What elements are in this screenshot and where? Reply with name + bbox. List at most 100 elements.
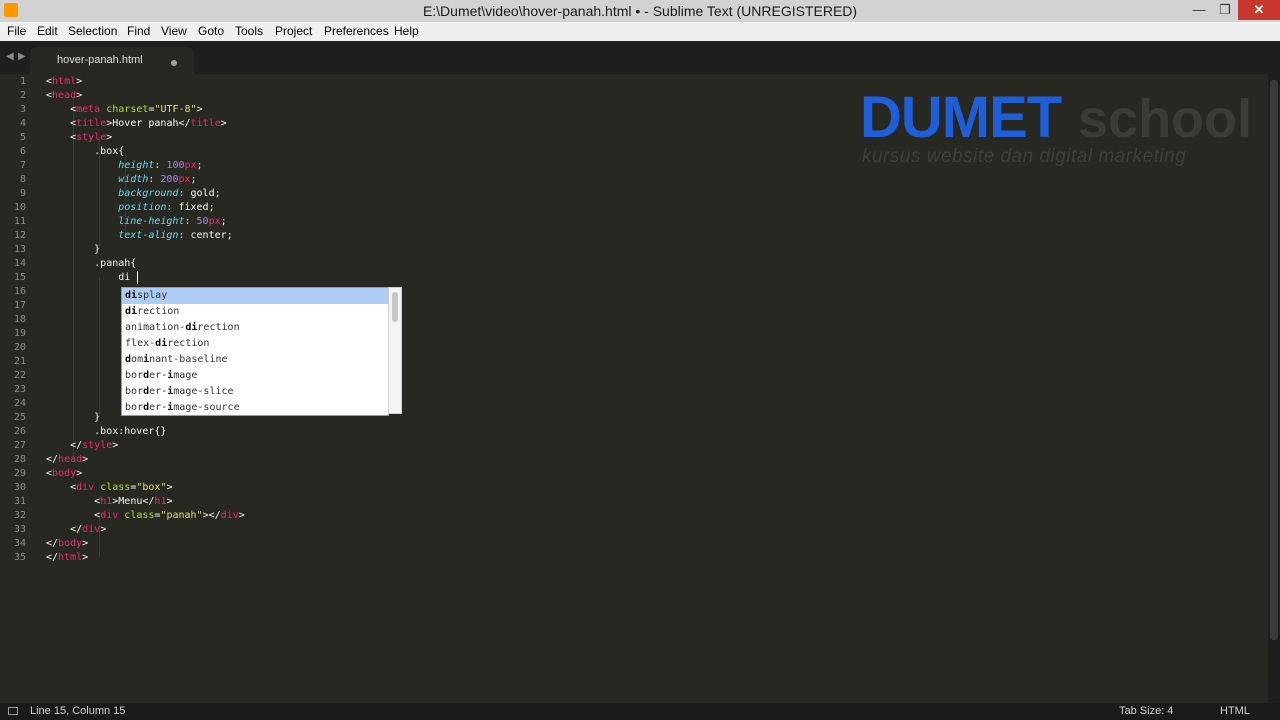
tab-nav-left-icon[interactable]: ◀ [6,51,14,62]
code-line[interactable]: line-height: 50px; [46,215,226,229]
dumet-watermark: DUMET school kursus website dan digital … [860,84,1260,174]
line-number: 27 [13,440,26,451]
code-line[interactable]: <div class="box"> [46,481,172,495]
line-number: 8 [19,174,26,185]
line-number: 13 [13,244,26,255]
title-bar: E:\Dumet\video\hover-panah.html • - Subl… [0,0,1280,23]
code-line[interactable]: </html> [46,551,88,565]
editor-scrollbar[interactable] [1268,74,1280,703]
autocomplete-item[interactable]: display [122,288,388,304]
code-line[interactable]: .panah{ [46,257,136,271]
line-number: 3 [19,104,26,115]
close-button[interactable]: ✕ [1238,0,1280,20]
line-number: 18 [13,314,26,325]
autocomplete-item[interactable]: border-image [122,368,388,384]
line-number: 9 [19,188,26,199]
tab-size-selector[interactable]: Tab Size: 4 [1119,705,1173,717]
autocomplete-popup[interactable]: display direction animation-direction flex-… [121,287,389,416]
menu-preferences[interactable]: Preferences [324,24,389,38]
tab-hover-panah[interactable]: hover-panah.html [30,47,194,74]
menu-selection[interactable]: Selection [68,24,117,38]
code-line[interactable]: <meta charset="UTF-8"> [46,103,203,117]
code-line[interactable]: height: 100px; [46,159,202,173]
menu-goto[interactable]: Goto [198,24,224,38]
menu-bar: File Edit Selection Find View Goto Tools… [0,22,1280,41]
autocomplete-item[interactable]: border-image-source [122,400,388,415]
line-number: 34 [13,538,26,549]
line-number: 33 [13,524,26,535]
code-line[interactable]: <title>Hover panah</title> [46,117,227,131]
code-line[interactable]: di [46,271,130,285]
tab-bar: ◀ ▶ hover-panah.html [0,41,1280,74]
line-number: 25 [13,412,26,423]
code-line[interactable]: <style> [46,131,112,145]
line-number: 14 [13,258,26,269]
code-line[interactable]: <html> [46,75,82,89]
code-line[interactable]: <head> [46,89,82,103]
line-number: 24 [13,398,26,409]
menu-find[interactable]: Find [127,24,150,38]
line-number: 15 [13,272,26,283]
panel-toggle-icon[interactable] [8,707,18,715]
window-title: E:\Dumet\video\hover-panah.html • - Subl… [422,3,858,19]
minimize-button[interactable]: — [1186,0,1212,20]
editor-scroll-thumb[interactable] [1270,80,1278,640]
menu-edit[interactable]: Edit [37,24,58,38]
line-number: 1 [19,76,26,87]
text-cursor [137,271,138,284]
code-line[interactable]: </body> [46,537,88,551]
autocomplete-item[interactable]: direction [122,304,388,320]
indent-guide [99,277,100,417]
line-number: 17 [13,300,26,311]
autocomplete-scroll-thumb[interactable] [392,292,398,322]
watermark-school: school [1078,89,1253,149]
line-number: 30 [13,482,26,493]
line-number: 23 [13,384,26,395]
line-number: 16 [13,286,26,297]
unsaved-dot-icon[interactable] [171,60,177,66]
autocomplete-item[interactable]: border-image-slice [122,384,388,400]
code-line[interactable]: position: fixed; [46,201,214,215]
line-number: 10 [13,202,26,213]
code-line[interactable]: <body> [46,467,82,481]
line-number: 28 [13,454,26,465]
menu-file[interactable]: File [7,24,26,38]
code-line[interactable]: </div> [46,523,106,537]
line-number: 12 [13,230,26,241]
code-line[interactable]: <div class="panah"></div> [46,509,245,523]
line-number: 21 [13,356,26,367]
line-number: 26 [13,426,26,437]
code-line[interactable]: </head> [46,453,88,467]
autocomplete-item[interactable]: animation-direction [122,320,388,336]
line-number: 32 [13,510,26,521]
line-number: 7 [19,160,26,171]
menu-help[interactable]: Help [394,24,419,38]
maximize-button[interactable]: ❐ [1212,0,1238,20]
line-number: 2 [19,90,26,101]
menu-view[interactable]: View [161,24,187,38]
autocomplete-scrollbar[interactable] [388,287,402,414]
watermark-brand: DUMET [860,85,1062,150]
code-line[interactable]: } [46,411,100,425]
line-number: 6 [19,146,26,157]
cursor-position: Line 15, Column 15 [30,705,126,717]
code-line[interactable]: } [46,243,100,257]
code-line[interactable]: .box{ [46,145,124,159]
autocomplete-item[interactable]: dominant-baseline [122,352,388,368]
code-line[interactable]: width: 200px; [46,173,196,187]
code-line[interactable]: text-align: center; [46,229,232,243]
code-line[interactable]: background: gold; [46,187,220,201]
code-line[interactable]: <h1>Menu</h1> [46,495,172,509]
line-number: 4 [19,118,26,129]
menu-project[interactable]: Project [275,24,312,38]
tab-nav-right-icon[interactable]: ▶ [18,51,26,62]
code-line[interactable]: .box:hover{} [46,425,166,439]
status-bar: Line 15, Column 15 Tab Size: 4 HTML [0,703,1280,720]
autocomplete-item[interactable]: flex-direction [122,336,388,352]
code-line[interactable]: </style> [46,439,118,453]
line-number: 5 [19,132,26,143]
syntax-selector[interactable]: HTML [1220,705,1250,717]
line-number: 29 [13,468,26,479]
line-number: 19 [13,328,26,339]
menu-tools[interactable]: Tools [235,24,263,38]
